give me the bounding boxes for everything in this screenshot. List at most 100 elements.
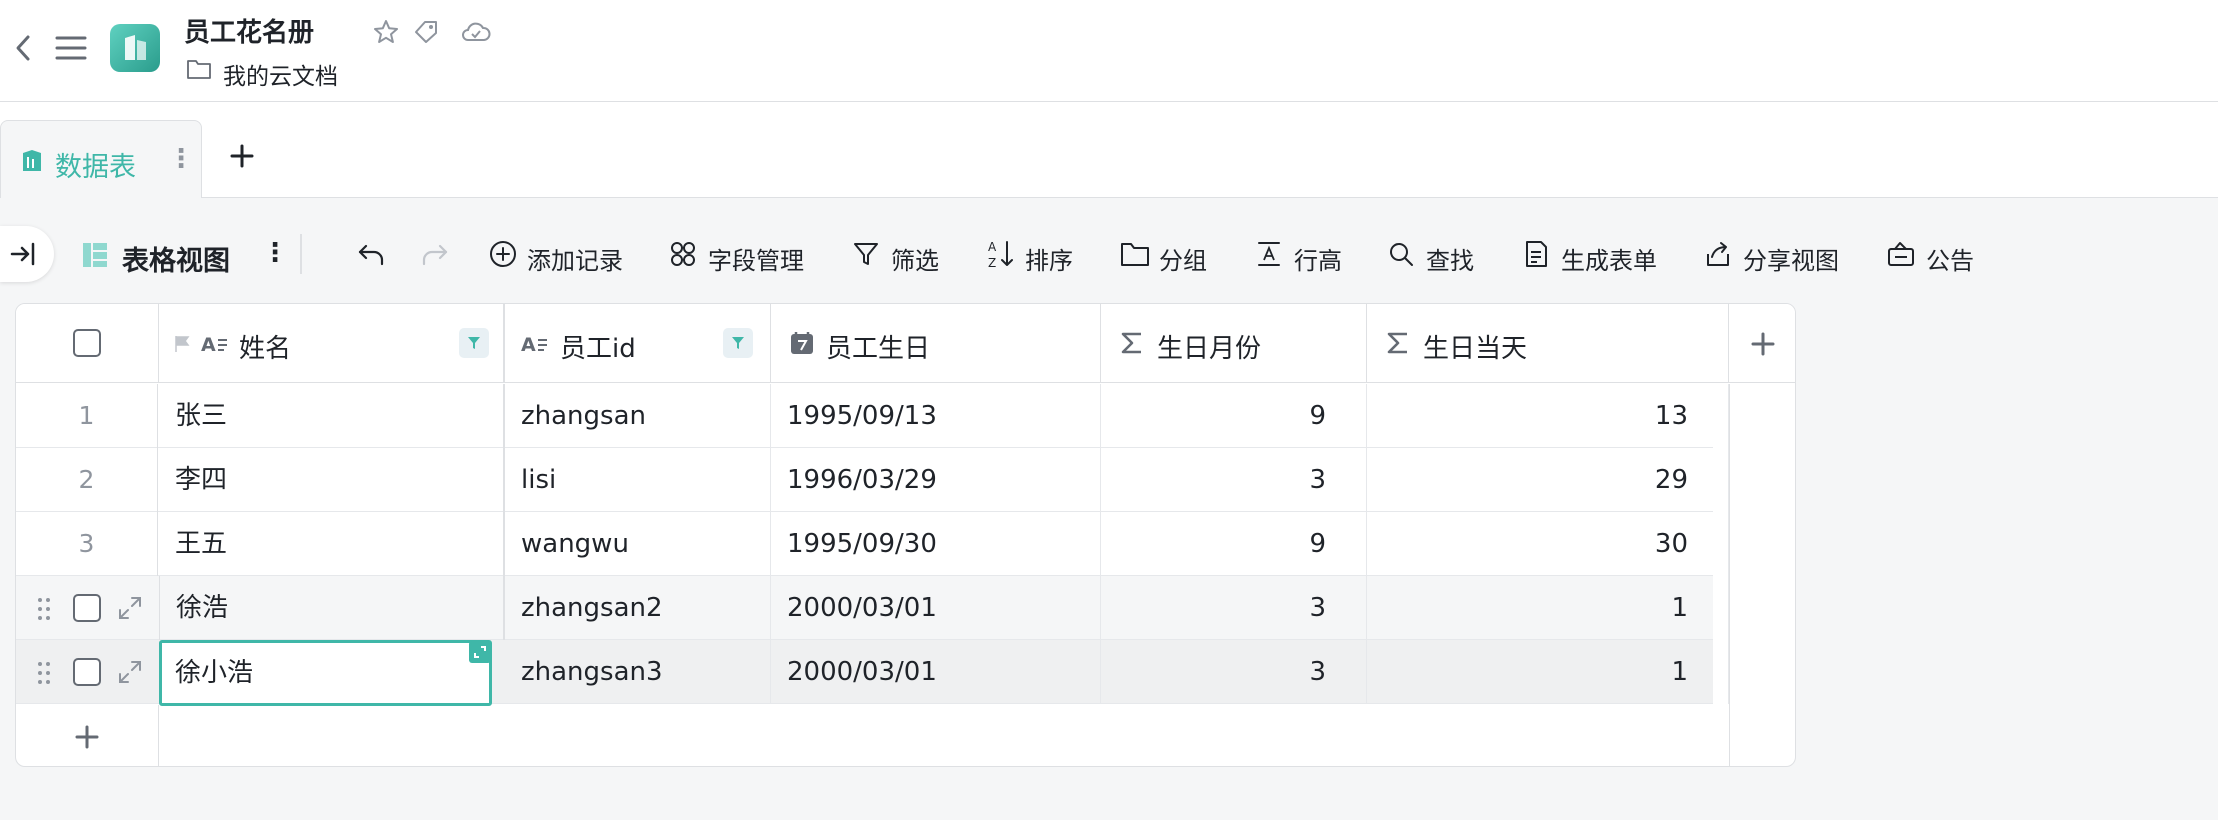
cell-birth-month[interactable]: 3 bbox=[1101, 576, 1367, 640]
generate-form-button[interactable]: 生成表单 bbox=[1561, 241, 1657, 276]
svg-text:A: A bbox=[521, 334, 536, 356]
search-button[interactable]: 查找 bbox=[1426, 241, 1474, 276]
cell-birth-month[interactable]: 9 bbox=[1101, 384, 1367, 448]
fields-icon[interactable] bbox=[669, 240, 697, 268]
svg-text:A: A bbox=[201, 334, 216, 356]
row-checkbox[interactable] bbox=[73, 658, 101, 686]
form-icon[interactable] bbox=[1522, 240, 1550, 268]
announcement-icon[interactable] bbox=[1886, 240, 1916, 268]
view-more-icon[interactable]: ⋮ bbox=[262, 238, 288, 268]
announcement-button[interactable]: 公告 bbox=[1926, 241, 1974, 276]
column-filter-icon[interactable] bbox=[459, 328, 489, 358]
expand-record-icon[interactable] bbox=[116, 594, 144, 622]
cell-name[interactable]: 徐浩 bbox=[159, 576, 505, 640]
tab-bar bbox=[0, 102, 2218, 198]
add-field-button[interactable] bbox=[1729, 304, 1795, 383]
cell-birthday[interactable]: 1995/09/30 bbox=[771, 512, 1101, 576]
cell-employee-id[interactable]: wangwu bbox=[505, 512, 771, 576]
filter-button[interactable]: 筛选 bbox=[891, 241, 939, 276]
cell-expand-icon[interactable] bbox=[469, 641, 491, 663]
cell-birth-month[interactable]: 3 bbox=[1101, 640, 1367, 704]
share-icon[interactable] bbox=[1704, 240, 1732, 268]
cell-birthday[interactable]: 2000/03/01 bbox=[771, 576, 1101, 640]
redo-icon[interactable] bbox=[420, 240, 450, 268]
table-row[interactable]: zhangsan3 2000/03/01 3 1 徐小浩 bbox=[16, 640, 1729, 706]
doc-path-link[interactable]: 我的云文档 bbox=[223, 57, 338, 91]
tab-more-icon[interactable]: ⋮ bbox=[168, 144, 194, 174]
doc-title[interactable]: 员工花名册 bbox=[184, 12, 314, 49]
cell-name[interactable]: 王五 bbox=[159, 512, 505, 576]
column-label-birth-day: 生日当天 bbox=[1423, 334, 1528, 364]
column-filter-icon[interactable] bbox=[723, 328, 753, 358]
row-height-icon[interactable] bbox=[1255, 240, 1283, 268]
cell-birthday[interactable]: 2000/03/01 bbox=[771, 640, 1101, 704]
table-row[interactable]: 3 王五 wangwu 1995/09/30 9 30 bbox=[16, 512, 1729, 576]
table-row[interactable]: 1 张三 zhangsan 1995/09/13 9 13 bbox=[16, 384, 1729, 448]
menu-icon[interactable] bbox=[55, 34, 87, 62]
column-header-birth-day[interactable]: 生日当天 bbox=[1367, 304, 1729, 383]
column-header-employee-id[interactable]: A 员工id bbox=[505, 304, 771, 383]
cloud-saved-icon[interactable] bbox=[460, 18, 492, 46]
cell-name[interactable]: 徐小浩 bbox=[175, 643, 253, 703]
cell-name[interactable]: 张三 bbox=[159, 384, 505, 448]
cell-employee-id[interactable]: zhangsan3 bbox=[505, 640, 771, 704]
select-all-header bbox=[16, 304, 159, 383]
column-label-name: 姓名 bbox=[239, 334, 292, 364]
group-button[interactable]: 分组 bbox=[1159, 241, 1207, 276]
column-label-employee-id: 员工id bbox=[560, 334, 636, 364]
cell-birth-month[interactable]: 9 bbox=[1101, 512, 1367, 576]
search-icon[interactable] bbox=[1387, 240, 1415, 268]
date-field-icon bbox=[789, 330, 815, 356]
grid-view-icon bbox=[82, 242, 108, 268]
select-all-checkbox[interactable] bbox=[73, 329, 101, 357]
column-header-birthday[interactable]: 员工生日 bbox=[771, 304, 1101, 383]
add-table-button[interactable] bbox=[228, 136, 256, 170]
selected-cell[interactable]: 徐小浩 bbox=[159, 640, 492, 706]
column-label-birth-month: 生日月份 bbox=[1157, 334, 1262, 364]
cell-birth-day[interactable]: 30 bbox=[1367, 512, 1729, 576]
drag-handle-icon[interactable] bbox=[36, 596, 52, 622]
row-height-button[interactable]: 行高 bbox=[1294, 241, 1342, 276]
cell-birth-day[interactable]: 1 bbox=[1367, 640, 1729, 704]
tab-data-table-label[interactable]: 数据表 bbox=[55, 145, 136, 184]
column-header-name[interactable]: A 姓名 bbox=[159, 304, 505, 383]
row-index: 2 bbox=[16, 448, 158, 512]
cell-name[interactable]: 李四 bbox=[159, 448, 505, 512]
cell-birth-day[interactable]: 1 bbox=[1367, 576, 1729, 640]
cell-birthday[interactable]: 1995/09/13 bbox=[771, 384, 1101, 448]
cell-employee-id[interactable]: zhangsan bbox=[505, 384, 771, 448]
row-index: 1 bbox=[16, 384, 158, 448]
table-row[interactable]: 徐浩 zhangsan2 2000/03/01 3 1 bbox=[16, 576, 1729, 640]
share-view-button[interactable]: 分享视图 bbox=[1743, 241, 1839, 276]
data-grid: A 姓名 A 员工id 员工生日 生日月份 生日当天 1 张三 zhangsan… bbox=[15, 303, 1796, 767]
group-folder-icon[interactable] bbox=[1120, 240, 1150, 268]
cell-employee-id[interactable]: lisi bbox=[505, 448, 771, 512]
sort-icon[interactable]: AZ bbox=[987, 238, 1015, 270]
view-name[interactable]: 表格视图 bbox=[122, 239, 230, 278]
filter-icon[interactable] bbox=[852, 240, 880, 268]
add-field-column-divider bbox=[1729, 384, 1730, 766]
svg-text:A: A bbox=[988, 240, 997, 254]
add-row-button[interactable] bbox=[16, 705, 159, 766]
star-icon[interactable] bbox=[372, 18, 400, 46]
cell-birthday[interactable]: 1996/03/29 bbox=[771, 448, 1101, 512]
table-row[interactable]: 2 李四 lisi 1996/03/29 3 29 bbox=[16, 448, 1729, 512]
plus-circle-icon[interactable] bbox=[489, 240, 517, 268]
collapse-sidebar-button[interactable] bbox=[0, 226, 54, 282]
row-checkbox[interactable] bbox=[73, 594, 101, 622]
undo-icon[interactable] bbox=[356, 240, 386, 268]
back-icon[interactable] bbox=[14, 34, 32, 62]
column-header-birth-month[interactable]: 生日月份 bbox=[1101, 304, 1367, 383]
sort-button[interactable]: 排序 bbox=[1025, 241, 1073, 276]
add-record-button[interactable]: 添加记录 bbox=[527, 241, 623, 276]
expand-record-icon[interactable] bbox=[116, 658, 144, 686]
cell-birth-day[interactable]: 13 bbox=[1367, 384, 1729, 448]
column-label-birthday: 员工生日 bbox=[826, 334, 931, 364]
cell-employee-id[interactable]: zhangsan2 bbox=[505, 576, 771, 640]
drag-handle-icon[interactable] bbox=[36, 660, 52, 686]
tag-icon[interactable] bbox=[412, 18, 440, 46]
text-field-icon: A bbox=[521, 332, 549, 356]
field-manager-button[interactable]: 字段管理 bbox=[708, 241, 804, 276]
cell-birth-day[interactable]: 29 bbox=[1367, 448, 1729, 512]
cell-birth-month[interactable]: 3 bbox=[1101, 448, 1367, 512]
